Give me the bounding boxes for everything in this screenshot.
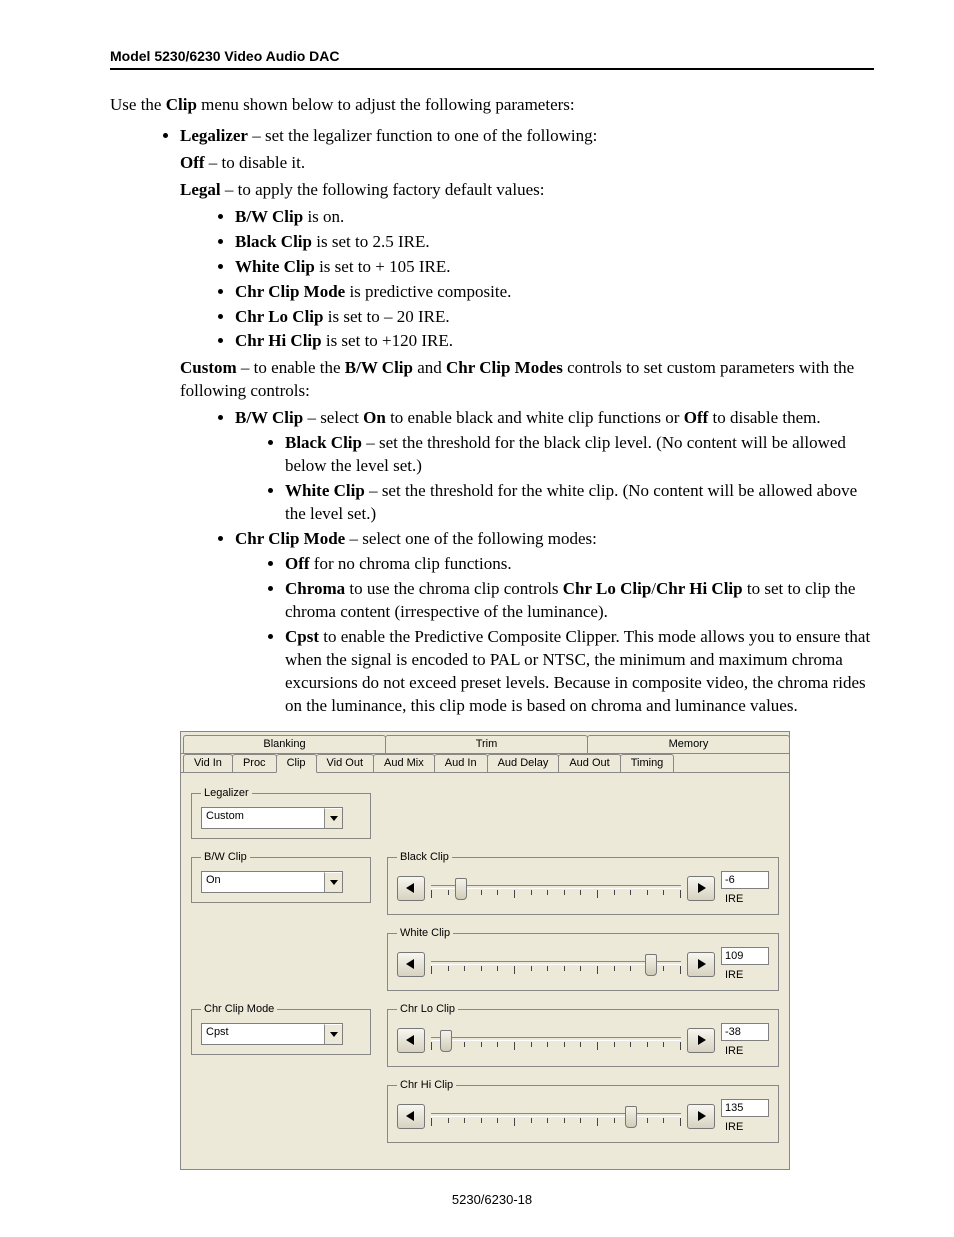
chrmode-legend: Chr Clip Mode <box>201 1003 277 1015</box>
legalizer-select[interactable]: Custom <box>201 807 343 829</box>
clip-config-panel: Blanking Trim Memory Vid In Proc Clip Vi… <box>180 731 790 1170</box>
intro-text: Use the Clip menu shown below to adjust … <box>110 94 874 117</box>
chrhi-dec-button[interactable] <box>397 1104 425 1129</box>
legal-line: Legal – to apply the following factory d… <box>180 179 874 202</box>
page-footer: 5230/6230-18 <box>110 1192 874 1207</box>
tab-audin[interactable]: Aud In <box>434 754 488 772</box>
legalizer-legend: Legalizer <box>201 787 252 799</box>
tab-auddelay[interactable]: Aud Delay <box>487 754 560 772</box>
ire-unit: IRE <box>721 1121 743 1133</box>
bwclip-legend: B/W Clip <box>201 851 250 863</box>
chrhi-slider[interactable] <box>431 1103 681 1129</box>
ire-unit: IRE <box>721 1045 743 1057</box>
chrhi-value[interactable]: 135 <box>721 1099 769 1117</box>
ire-unit: IRE <box>721 893 743 905</box>
chrhi-legend: Chr Hi Clip <box>397 1079 456 1091</box>
tab-blanking[interactable]: Blanking <box>183 735 386 753</box>
tab-audmix[interactable]: Aud Mix <box>373 754 435 772</box>
dropdown-icon[interactable] <box>324 808 342 828</box>
dropdown-icon[interactable] <box>324 872 342 892</box>
blackclip-dec-button[interactable] <box>397 876 425 901</box>
chrlo-dec-button[interactable] <box>397 1028 425 1053</box>
whiteclip-slider[interactable] <box>431 951 681 977</box>
tab-vidin[interactable]: Vid In <box>183 754 233 772</box>
chrlo-value[interactable]: -38 <box>721 1023 769 1041</box>
legalizer-item: Legalizer – set the legalizer function t… <box>180 125 874 148</box>
custom-line: Custom – to enable the B/W Clip and Chr … <box>180 357 874 403</box>
whiteclip-value[interactable]: 109 <box>721 947 769 965</box>
chrlo-slider[interactable] <box>431 1027 681 1053</box>
chrlo-inc-button[interactable] <box>687 1028 715 1053</box>
tab-vidout[interactable]: Vid Out <box>316 754 375 772</box>
blackclip-slider[interactable] <box>431 875 681 901</box>
tab-clip[interactable]: Clip <box>276 754 317 773</box>
whiteclip-dec-button[interactable] <box>397 952 425 977</box>
tab-trim[interactable]: Trim <box>385 735 588 753</box>
chrlo-legend: Chr Lo Clip <box>397 1003 458 1015</box>
tab-memory[interactable]: Memory <box>587 735 790 753</box>
page-header: Model 5230/6230 Video Audio DAC <box>110 48 874 70</box>
blackclip-value[interactable]: -6 <box>721 871 769 889</box>
chrmode-select[interactable]: Cpst <box>201 1023 343 1045</box>
tab-audout[interactable]: Aud Out <box>558 754 620 772</box>
blackclip-legend: Black Clip <box>397 851 452 863</box>
whiteclip-inc-button[interactable] <box>687 952 715 977</box>
off-line: Off – to disable it. <box>180 152 874 175</box>
dropdown-icon[interactable] <box>324 1024 342 1044</box>
whiteclip-legend: White Clip <box>397 927 453 939</box>
ire-unit: IRE <box>721 969 743 981</box>
blackclip-inc-button[interactable] <box>687 876 715 901</box>
bwclip-select[interactable]: On <box>201 871 343 893</box>
tab-timing[interactable]: Timing <box>620 754 675 772</box>
chrhi-inc-button[interactable] <box>687 1104 715 1129</box>
tab-proc[interactable]: Proc <box>232 754 277 772</box>
